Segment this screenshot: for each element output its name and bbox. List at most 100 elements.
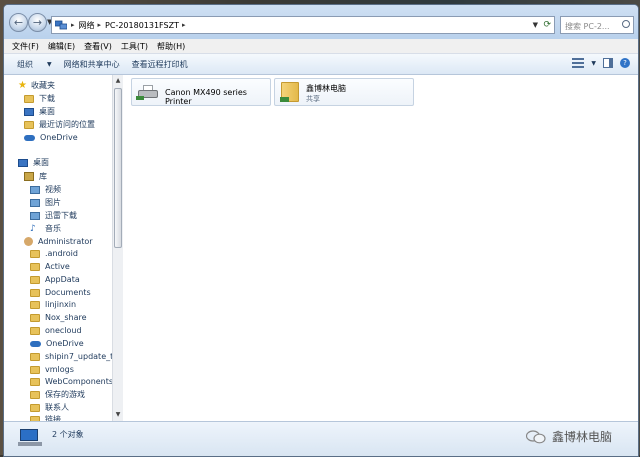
nav-folder[interactable]: AppData: [30, 273, 80, 286]
chevron-down-icon: ▼: [47, 60, 52, 68]
nav-folder[interactable]: linjinxin: [30, 298, 76, 311]
menu-help[interactable]: 帮助(H): [157, 41, 185, 52]
recent-places-icon: [24, 120, 34, 129]
folder-icon: [30, 313, 40, 322]
view-dropdown-icon[interactable]: ▼: [591, 60, 596, 67]
scroll-thumb[interactable]: [114, 88, 122, 248]
nav-label: 下载: [39, 94, 55, 103]
nav-label: shipin7_update_temp: [45, 352, 112, 361]
nav-recent[interactable]: 最近访问的位置: [24, 118, 95, 131]
help-icon[interactable]: ?: [620, 58, 630, 68]
nav-label: 最近访问的位置: [39, 120, 95, 129]
breadcrumb-separator: ▸: [71, 21, 75, 29]
forward-arrow-icon: →: [32, 16, 43, 29]
nav-favorites[interactable]: ★ 收藏夹: [18, 79, 55, 92]
menu-file[interactable]: 文件(F): [12, 41, 39, 52]
nav-folder[interactable]: Active: [30, 260, 70, 273]
nav-folder[interactable]: OneDrive: [30, 337, 84, 350]
network-center-button[interactable]: 网络和共享中心: [64, 59, 120, 70]
nav-desktop[interactable]: 桌面: [18, 156, 49, 169]
nav-label: 链接: [45, 415, 61, 421]
breadcrumb-computer[interactable]: PC-20180131FSZT: [105, 21, 179, 30]
nav-label: Administrator: [38, 237, 93, 246]
folder-icon: [30, 288, 40, 297]
nav-label: Nox_share: [45, 313, 87, 322]
scroll-up-icon[interactable]: ▲: [113, 76, 123, 86]
folder-icon: [30, 377, 40, 386]
object-count: 2 个对象: [52, 430, 84, 439]
video-library-icon: [30, 185, 40, 194]
nav-label: AppData: [45, 275, 80, 284]
explorer-window: ← → ▼ ▸ 网络 ▸ PC-20180131FSZT ▸ ▼ ⟳ 搜索 PC…: [3, 4, 639, 457]
nav-downloads[interactable]: 下载: [24, 92, 55, 105]
organize-button[interactable]: 组织: [17, 59, 45, 70]
music-note-icon: ♪: [30, 223, 36, 234]
nav-label: 收藏夹: [30, 81, 55, 90]
cloud-icon: [30, 340, 41, 347]
back-button[interactable]: ←: [9, 13, 28, 32]
cloud-icon: [24, 134, 35, 141]
menu-edit[interactable]: 编辑(E): [48, 41, 75, 52]
nav-label: Documents: [45, 288, 91, 297]
saved-games-icon: [30, 390, 40, 399]
printer-item[interactable]: Canon MX490 series Printer: [131, 78, 271, 106]
remote-printers-button[interactable]: 查看远程打印机: [132, 59, 188, 70]
nav-folder[interactable]: 链接: [30, 413, 61, 421]
content-pane: Canon MX490 series Printer 鑫博林电脑 共享: [124, 75, 638, 421]
menu-tools[interactable]: 工具(T): [121, 41, 148, 52]
forward-button[interactable]: →: [28, 13, 47, 32]
search-input[interactable]: 搜索 PC-2...: [560, 16, 634, 34]
nav-onedrive-favorite[interactable]: OneDrive: [24, 131, 78, 144]
nav-folder[interactable]: 保存的游戏: [30, 388, 85, 401]
pictures-library-icon: [30, 198, 40, 207]
nav-video[interactable]: 视频: [30, 183, 61, 196]
shared-folder-icon: [280, 82, 299, 102]
shared-folder-item[interactable]: 鑫博林电脑 共享: [274, 78, 414, 106]
watermark: 鑫博林电脑: [525, 428, 612, 445]
menu-view[interactable]: 查看(V): [84, 41, 112, 52]
nav-label: onecloud: [45, 326, 82, 335]
nav-folder[interactable]: WebComponents: [30, 375, 112, 388]
nav-library[interactable]: 库: [24, 170, 47, 183]
nav-label: 保存的游戏: [45, 390, 85, 399]
nav-folder[interactable]: .android: [30, 247, 78, 260]
search-icon: [622, 20, 630, 28]
preview-pane-icon[interactable]: [603, 58, 613, 68]
breadcrumb-network[interactable]: 网络: [79, 20, 95, 31]
printer-icon: [136, 85, 158, 100]
nav-label: 桌面: [39, 107, 55, 116]
nav-music[interactable]: ♪ 音乐: [30, 222, 61, 235]
change-view-icon[interactable]: [572, 58, 585, 68]
nav-label: linjinxin: [45, 300, 77, 309]
nav-folder[interactable]: Nox_share: [30, 311, 87, 324]
nav-folder[interactable]: onecloud: [30, 324, 82, 337]
nav-desktop-favorite[interactable]: 桌面: [24, 105, 55, 118]
folder-icon: [30, 262, 40, 271]
desktop-icon: [24, 107, 34, 116]
nav-folder[interactable]: shipin7_update_temp: [30, 350, 112, 363]
nav-pictures[interactable]: 图片: [30, 196, 61, 209]
computer-icon: [18, 429, 42, 447]
nav-label: WebComponents: [45, 377, 112, 386]
scroll-down-icon[interactable]: ▼: [113, 410, 123, 420]
breadcrumb-separator: ▸: [181, 21, 186, 29]
back-arrow-icon: ←: [13, 16, 24, 29]
status-bar: 2 个对象 鑫博林电脑: [4, 421, 638, 456]
menu-bar: 文件(F) 编辑(E) 查看(V) 工具(T) 帮助(H): [4, 39, 638, 54]
nav-scrollbar[interactable]: ▲ ▼: [112, 75, 123, 421]
address-history-dropdown[interactable]: ▼: [533, 21, 538, 29]
item-subtitle: 共享: [306, 95, 320, 103]
nav-label: 视频: [45, 185, 61, 194]
nav-label: 音乐: [45, 224, 61, 233]
nav-label: vmlogs: [45, 365, 74, 374]
nav-label: OneDrive: [40, 133, 78, 142]
watermark-text: 鑫博林电脑: [551, 430, 612, 444]
refresh-icon[interactable]: ⟳: [543, 20, 551, 30]
nav-label: 桌面: [33, 158, 49, 167]
item-title: 鑫博林电脑: [306, 84, 346, 93]
nav-xunlei[interactable]: 迅雷下载: [30, 209, 77, 222]
navigation-pane: ★ 收藏夹 下载 桌面 最近访问的位置 OneDrive 桌面 库 视频 图片 迅…: [4, 75, 112, 421]
address-bar[interactable]: ▸ 网络 ▸ PC-20180131FSZT ▸ ▼ ⟳: [51, 16, 555, 34]
address-row: ← → ▼ ▸ 网络 ▸ PC-20180131FSZT ▸ ▼ ⟳ 搜索 PC…: [4, 5, 638, 39]
nav-label: 库: [39, 172, 47, 181]
